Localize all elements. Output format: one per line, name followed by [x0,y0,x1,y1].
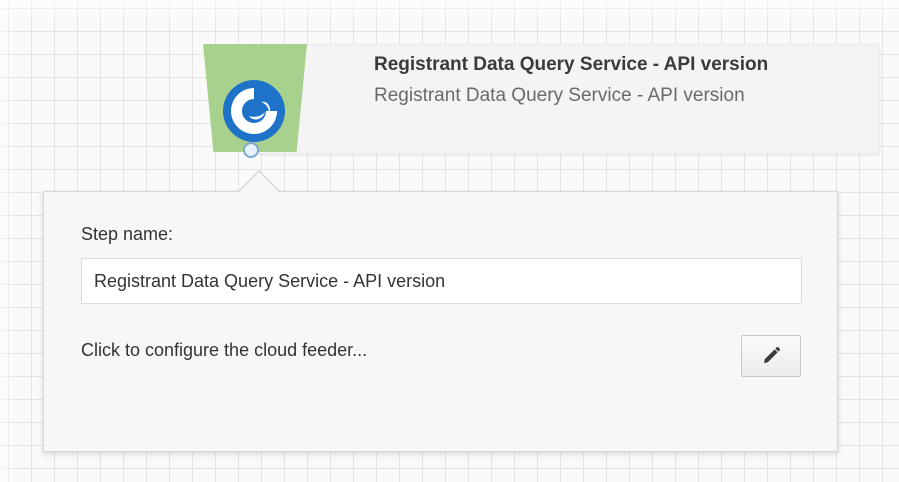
step-title: Registrant Data Query Service - API vers… [374,54,769,75]
step-icon-plate[interactable] [203,44,307,152]
step-config-popover: Step name: Click to configure the cloud … [43,191,838,452]
pencil-icon [764,347,780,363]
cloud-feeder-logo-icon [223,80,285,142]
popover-arrow-fill [238,172,280,193]
step-card[interactable]: Registrant Data Query Service - API vers… [255,44,879,154]
step-subtitle: Registrant Data Query Service - API vers… [374,85,745,106]
step-name-label: Step name: [81,224,174,244]
configure-edit-button[interactable] [741,335,801,377]
workflow-step-node[interactable]: Registrant Data Query Service - API vers… [203,44,879,154]
configure-cloud-feeder-text: Click to configure the cloud feeder... [81,340,368,360]
step-name-input[interactable] [81,258,802,304]
step-output-connector[interactable] [243,142,259,158]
